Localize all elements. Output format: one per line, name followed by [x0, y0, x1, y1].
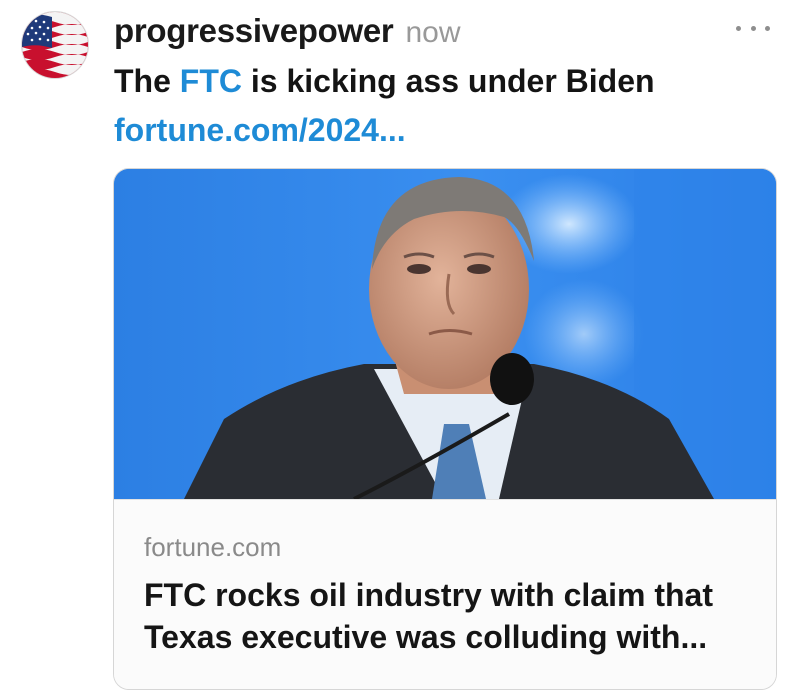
dot — [765, 25, 770, 31]
card-title: FTC rocks oil industry with claim that T… — [144, 574, 764, 658]
dot — [736, 25, 741, 31]
post: progressivepower now The FTC is kicking … — [0, 0, 800, 690]
card-domain: fortune.com — [144, 532, 282, 562]
username[interactable]: progressivepower — [114, 12, 394, 50]
avatar-american-flag-icon[interactable] — [22, 12, 88, 78]
timestamp: now — [405, 16, 461, 49]
card-title-line-1: FTC rocks oil industry with claim that — [144, 577, 713, 613]
post-header: progressivepower now — [114, 12, 461, 52]
post-text: The FTC is kicking ass under Biden — [114, 61, 655, 101]
card-title-line-2: Texas executive was colluding with... — [144, 619, 708, 655]
card-image — [114, 169, 776, 499]
dot — [750, 25, 756, 31]
post-text-after: is kicking ass under Biden — [241, 63, 655, 99]
post-text-before: The — [114, 63, 180, 99]
card-body: fortune.com FTC rocks oil industry with … — [114, 499, 776, 689]
more-options-icon[interactable] — [736, 18, 770, 38]
ftc-link[interactable]: FTC — [180, 63, 242, 99]
link-preview-card[interactable]: fortune.com FTC rocks oil industry with … — [113, 168, 777, 690]
post-url-link[interactable]: fortune.com/2024... — [114, 109, 406, 151]
